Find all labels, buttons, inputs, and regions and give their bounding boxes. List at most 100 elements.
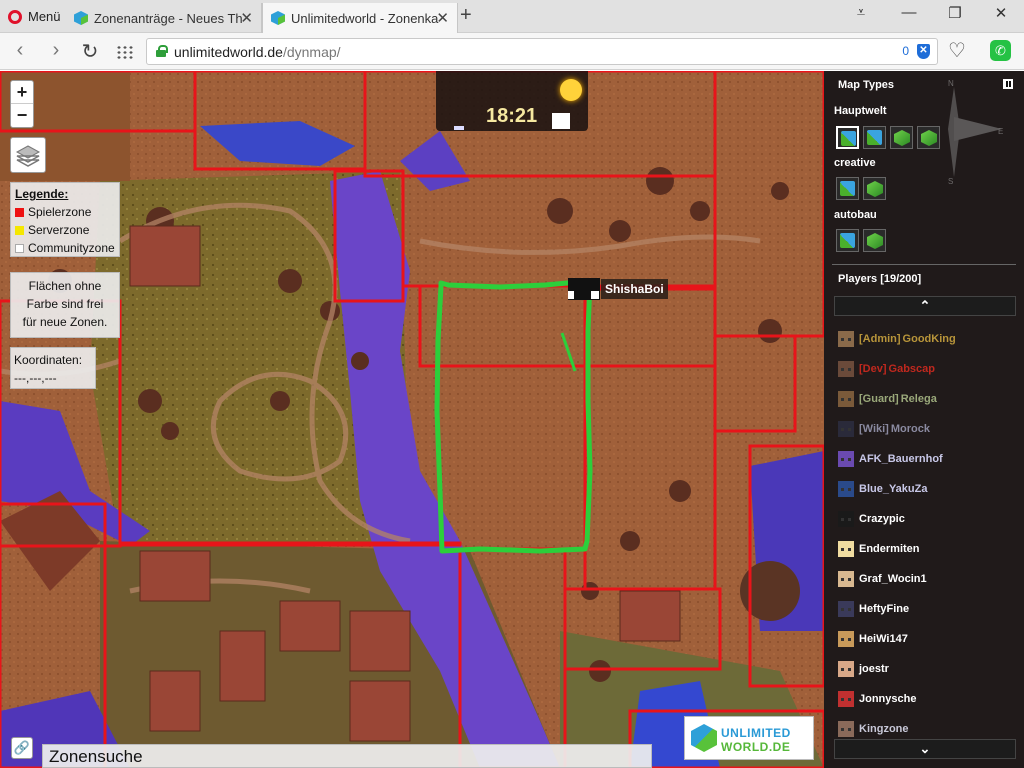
players-scroll-up-button[interactable]: ⌃ [834, 296, 1016, 316]
player-marker-name: ShishaBoi [601, 279, 668, 299]
player-list-item[interactable]: [Admin] GoodKing [824, 324, 1024, 354]
close-window-icon[interactable]: ✕ [986, 4, 1016, 22]
player-head-icon [568, 278, 600, 300]
player-list-item[interactable]: [Dev] Gabscap [824, 354, 1024, 384]
tab-close-icon[interactable]: ✕ [240, 9, 253, 27]
player-avatar-icon [838, 481, 854, 497]
whatsapp-icon[interactable]: ✆ [990, 40, 1011, 61]
flat-map-icon[interactable] [836, 177, 859, 200]
coordinates-box: Koordinaten: ---,---,--- [10, 347, 96, 389]
player-list-item[interactable]: HeftyFine [824, 594, 1024, 624]
bookmark-heart-icon[interactable]: ♡ [948, 38, 966, 63]
lock-icon[interactable] [156, 45, 168, 57]
tab-zonenantraege[interactable]: Zonenanträge - Neues The ✕ [66, 3, 262, 33]
dynmap-sidebar: N E S Map Types Hauptwelt creative autob… [824, 71, 1024, 768]
map-terrain [0, 71, 824, 768]
world-autobau-maps [836, 229, 886, 252]
restore-icon[interactable]: ❐ [940, 4, 970, 22]
legend-swatch-yellow [15, 225, 24, 235]
note-line: Farbe sind frei [26, 297, 104, 311]
player-list-item[interactable]: Crazypic [824, 504, 1024, 534]
back-icon[interactable]: ‹ [8, 39, 32, 62]
layers-icon [15, 145, 41, 167]
player-name: Gabscap [888, 363, 935, 375]
flat-map-icon[interactable] [863, 126, 886, 149]
tab-close-icon[interactable]: ✕ [436, 9, 449, 27]
moon-icon [552, 113, 570, 129]
world-hauptwelt-label[interactable]: Hauptwelt [834, 105, 887, 117]
coordinates-value: ---,---,--- [14, 371, 57, 385]
player-name: Relega [900, 393, 937, 405]
player-list-item[interactable]: Blue_YakuZa [824, 474, 1024, 504]
player-list-item[interactable]: HeiWi147 [824, 624, 1024, 654]
player-list-item[interactable]: Jonnysche [824, 684, 1024, 714]
dynmap-view[interactable]: + − Legende: Spielerzone Serverzone Comm… [0, 71, 824, 768]
logo-line-1: UNLIMITED [721, 726, 791, 740]
player-list-item[interactable]: [Guard] Relega [824, 384, 1024, 414]
coordinates-label: Koordinaten: [14, 353, 83, 367]
note-line: Flächen ohne [28, 279, 102, 293]
player-rank: [Dev] [859, 363, 887, 375]
players-scroll-down-button[interactable]: ⌄ [834, 739, 1016, 759]
url-field[interactable]: unlimitedworld.de/dynmap/ 0 ✕ [146, 38, 938, 65]
unlimitedworld-logo[interactable]: UNLIMITED WORLD.DE [684, 716, 814, 760]
player-avatar-icon [838, 601, 854, 617]
reload-icon[interactable]: ↻ [78, 39, 102, 64]
world-hauptwelt-maps [836, 126, 940, 149]
player-name: joestr [859, 663, 889, 675]
cube-map-icon[interactable] [863, 229, 886, 252]
link-icon[interactable]: 🔗 [11, 737, 33, 759]
player-list: [Admin] GoodKing [Dev] Gabscap [Guard] Relega… [824, 324, 1024, 744]
cube-map-icon[interactable] [890, 126, 913, 149]
layers-button[interactable] [10, 137, 46, 173]
day-clock: 18:21 [436, 71, 588, 131]
player-name: Crazypic [859, 513, 905, 525]
player-list-item[interactable]: [Wiki] Morock [824, 414, 1024, 444]
ad-block-shield-icon[interactable]: ✕ [917, 44, 930, 59]
tab-unlimitedworld[interactable]: Unlimitedworld - Zonenka ✕ [262, 3, 458, 33]
sun-icon [560, 79, 582, 101]
zoom-out-button[interactable]: − [11, 104, 33, 127]
world-creative-label[interactable]: creative [834, 157, 876, 169]
player-avatar-icon [838, 571, 854, 587]
compass-n: N [948, 79, 954, 88]
pin-sidebar-icon[interactable] [1003, 79, 1013, 89]
zone-search-bar[interactable]: Zonensuche [42, 744, 652, 768]
forward-icon[interactable]: › [44, 39, 68, 62]
cube-map-icon[interactable] [863, 177, 886, 200]
speed-dial-icon[interactable] [116, 45, 133, 59]
player-avatar-icon [838, 661, 854, 677]
player-rank: [Admin] [859, 333, 901, 345]
opera-menu-button[interactable]: Menü [0, 0, 66, 33]
cube-map-icon[interactable] [917, 126, 940, 149]
player-name: Morock [890, 423, 930, 435]
player-name: Graf_Wocin1 [859, 573, 927, 585]
player-list-item[interactable]: joestr [824, 654, 1024, 684]
player-avatar-icon [838, 391, 854, 407]
horizon-mark [454, 126, 464, 130]
unlimitedworld-favicon-icon [271, 11, 285, 25]
url-host: unlimitedworld.de [174, 44, 283, 60]
world-creative-maps [836, 177, 886, 200]
zoom-in-button[interactable]: + [11, 81, 33, 104]
new-tab-icon[interactable]: + [460, 4, 472, 27]
world-autobau-label[interactable]: autobau [834, 209, 877, 221]
legend-item: Spielerzone [15, 203, 115, 221]
player-name: Endermiten [859, 543, 920, 555]
logo-line-2: WORLD.DE [721, 740, 791, 754]
player-list-item[interactable]: Endermiten [824, 534, 1024, 564]
map-types-title: Map Types [838, 79, 895, 91]
compass-e: E [998, 127, 1004, 136]
minimize-icon[interactable]: — [894, 4, 924, 21]
player-name: Jonnysche [859, 693, 917, 705]
legend-swatch-white [15, 243, 24, 253]
flat-map-icon[interactable] [836, 229, 859, 252]
blocked-count: 0 [902, 44, 909, 58]
player-list-item[interactable]: Graf_Wocin1 [824, 564, 1024, 594]
flat-map-icon[interactable] [836, 126, 859, 149]
tab-menu-icon[interactable]: ⩡ [846, 4, 876, 21]
compass-icon: N E S [932, 77, 1012, 187]
player-avatar-icon [838, 361, 854, 377]
player-avatar-icon [838, 691, 854, 707]
player-list-item[interactable]: AFK_Bauernhof [824, 444, 1024, 474]
